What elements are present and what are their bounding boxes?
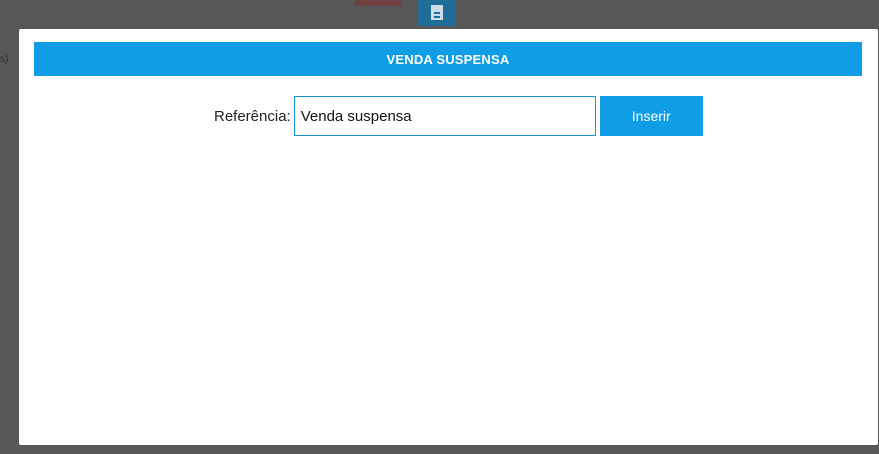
reference-input[interactable]	[293, 96, 596, 136]
insert-button[interactable]: Inserir	[599, 96, 703, 136]
suspended-sale-dialog: VENDA SUSPENSA Referência: Inserir	[19, 29, 878, 445]
dialog-title: VENDA SUSPENSA	[386, 51, 510, 67]
document-page-shape	[431, 5, 443, 20]
reference-label: Referência:	[214, 107, 291, 125]
reference-row: Referência: Inserir	[214, 96, 703, 136]
background-red-label	[355, 0, 401, 6]
document-icon	[418, 0, 456, 26]
dialog-body: Referência: Inserir	[34, 76, 862, 431]
dialog-header: VENDA SUSPENSA	[34, 42, 862, 76]
background-text-fragment: s)	[0, 54, 9, 65]
